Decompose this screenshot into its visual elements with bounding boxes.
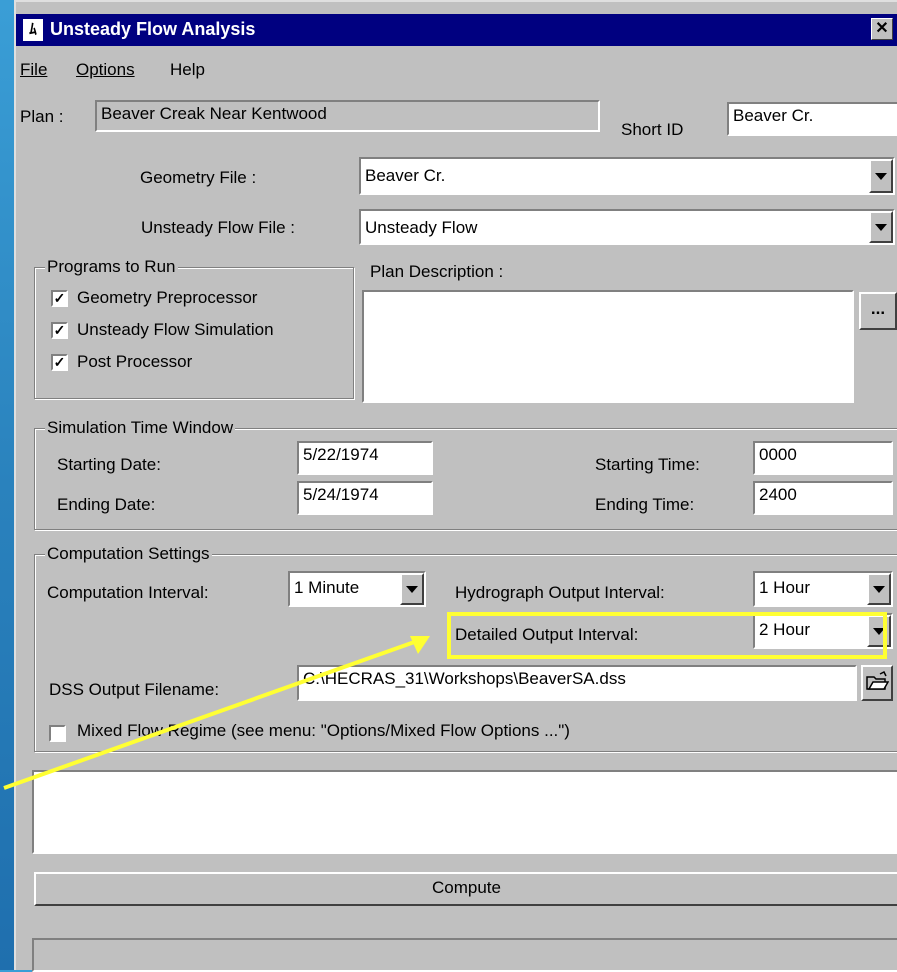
annotation-arrow: [3, 636, 430, 790]
